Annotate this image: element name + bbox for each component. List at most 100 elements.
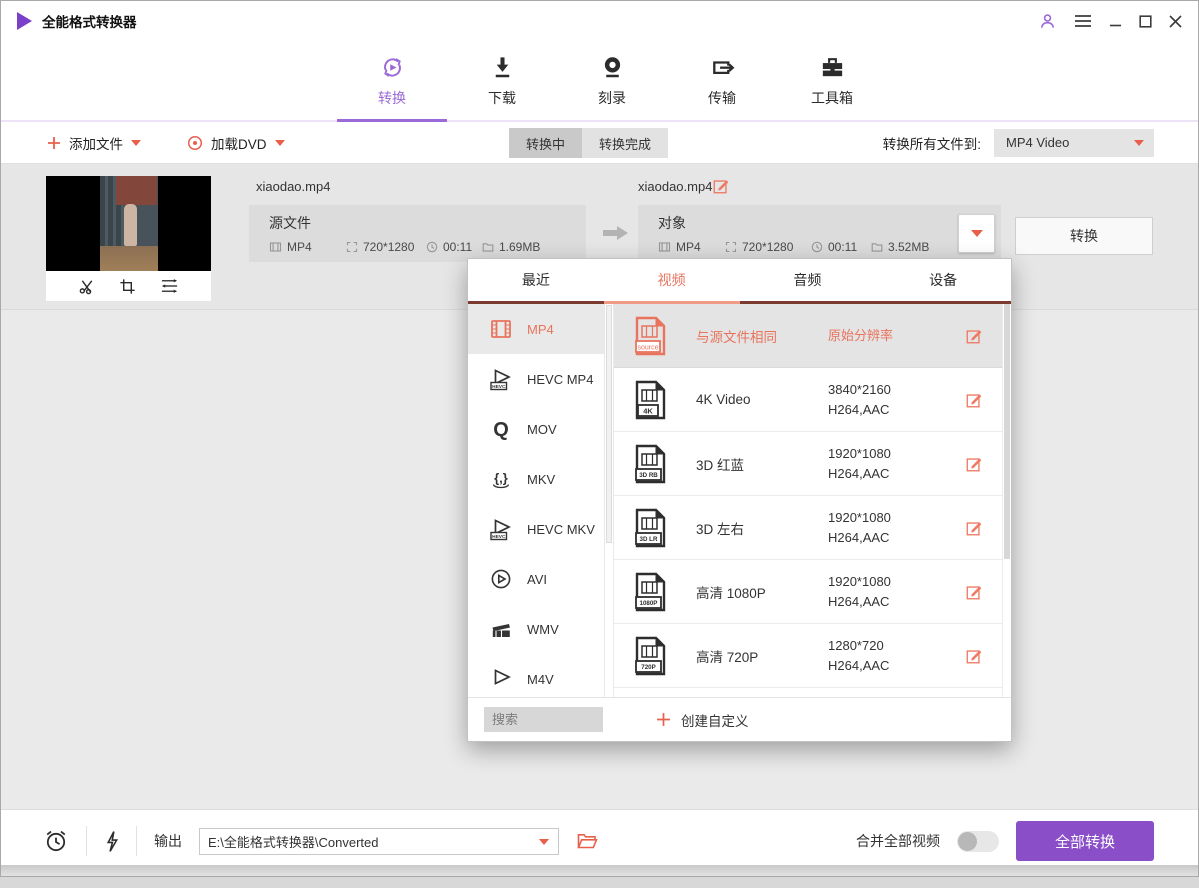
account-icon[interactable] [1038,12,1057,31]
preset-spec: 1920*1080 H264,AAC [828,444,958,484]
crop-icon[interactable] [119,278,136,295]
edit-preset-icon[interactable] [965,327,983,345]
popup-tab-audio[interactable]: 音频 [740,259,876,301]
svg-text:4K: 4K [643,406,653,415]
flow-arrow-icon [603,226,629,240]
format-item-mp4[interactable]: MP4 [468,304,613,354]
preset-item-3d-rb[interactable]: 3D RB 3D 红蓝 1920*1080 H264,AAC [614,432,1011,496]
format-item-wmv[interactable]: WMV [468,604,613,654]
svg-text:HEVC: HEVC [492,384,506,390]
format-item-m4v[interactable]: M4V [468,654,613,697]
nav-tab-convert[interactable]: 转换 [337,41,447,120]
preset-spec: 1920*1080 H264,AAC [828,508,958,548]
convert-all-button[interactable]: 全部转换 [1016,821,1154,861]
preset-name: 3D 红蓝 [696,454,828,474]
target-format-dropdown-button[interactable] [958,214,995,253]
svg-text:source: source [637,344,658,351]
svg-text:3D LR: 3D LR [640,536,658,543]
toolbar: 添加文件 加载DVD 转换中 转换完成 转换所有文件到: MP4 Video [1,122,1198,164]
output-path-input[interactable] [199,828,559,855]
add-file-label: 添加文件 [69,133,123,153]
convert-button[interactable]: 转换 [1015,217,1153,255]
source-preset-icon: source [633,316,667,356]
output-label: 输出 [154,831,182,851]
chevron-down-icon [275,140,285,146]
nav-tab-transfer[interactable]: 传输 [667,41,777,120]
target-filename: xiaodao.mp4 [638,179,712,194]
preset-item-same-as-source[interactable]: source 与源文件相同 原始分辨率 [614,304,1011,368]
target-panel: 对象 MP4 720*1280 00:11 3.52MB [638,205,1001,262]
nav-tab-burn[interactable]: 刻录 [557,41,667,120]
popup-tab-device[interactable]: 设备 [875,259,1011,301]
window-edge [1,865,1198,876]
queue-filter-tabs: 转换中 转换完成 [509,128,668,158]
edit-preset-icon[interactable] [965,647,983,665]
merge-toggle[interactable] [957,831,999,852]
stat-size: 3.52MB [871,240,929,254]
popup-left-scrollbar[interactable] [604,304,613,697]
preset-spec: 3840*2160 H264,AAC [828,380,958,420]
nav-tab-download[interactable]: 下载 [447,41,557,120]
rename-icon[interactable] [712,177,730,195]
plus-icon [47,136,61,150]
edit-preset-icon[interactable] [965,455,983,473]
stat-size: 1.69MB [482,240,540,254]
popup-tab-video[interactable]: 视频 [604,259,740,301]
add-file-button[interactable]: 添加文件 [47,122,141,163]
preset-item-hd-720p[interactable]: 720P 高清 720P 1280*720 H264,AAC [614,624,1011,688]
preset-item-3d-lr[interactable]: 3D LR 3D 左右 1920*1080 H264,AAC [614,496,1011,560]
format-item-mov[interactable]: Q MOV [468,404,613,454]
edit-preset-icon[interactable] [965,391,983,409]
svg-text:3D RB: 3D RB [639,472,658,479]
edit-preset-icon[interactable] [965,583,983,601]
burn-icon [599,54,626,81]
preset-item-hd-1080p[interactable]: 1080P 高清 1080P 1920*1080 H264,AAC [614,560,1011,624]
tab-converted[interactable]: 转换完成 [582,128,668,158]
output-format-value: MP4 Video [1006,135,1069,150]
search-input[interactable] [484,707,603,732]
desktop: 全能格式转换器 转换 下载 刻录 传输 [0,0,1199,888]
hardware-accel-icon[interactable] [104,830,119,853]
popup-tab-recent[interactable]: 最近 [468,259,604,301]
nav-tab-label: 传输 [708,88,736,108]
folder-icon [482,241,494,253]
load-dvd-button[interactable]: 加载DVD [187,122,285,163]
preset-resolution: 3840*2160 [828,380,958,400]
menu-icon[interactable] [1074,14,1092,28]
effects-icon[interactable] [160,278,179,294]
popup-right-scrollbar[interactable] [1002,304,1011,697]
edit-preset-icon[interactable] [965,519,983,537]
tab-converting[interactable]: 转换中 [509,128,582,158]
svg-text:{,}: {,} [494,471,508,486]
preset-file-icon: 720P [633,636,667,676]
output-path-select[interactable] [199,828,559,855]
open-folder-icon[interactable] [576,832,598,850]
preset-file-icon: 4K [633,380,667,420]
chevron-down-icon [1134,140,1144,146]
nav-tab-toolbox[interactable]: 工具箱 [777,41,887,120]
create-custom-button[interactable]: 创建自定义 [656,710,749,730]
schedule-icon[interactable] [43,828,69,854]
format-item-hevc-mkv[interactable]: HEVC HEVC MKV [468,504,613,554]
toolbox-icon [819,54,846,81]
close-button[interactable] [1169,15,1182,28]
chevron-down-icon [539,839,549,845]
preset-item-4k[interactable]: 4K 4K Video 3840*2160 H264,AAC [614,368,1011,432]
output-format-select[interactable]: MP4 Video [994,129,1154,157]
format-item-avi[interactable]: AVI [468,554,613,604]
file-thumbnail [46,176,211,301]
transfer-icon [709,54,736,81]
divider [136,826,137,856]
format-item-hevc-mp4[interactable]: HEVC HEVC MP4 [468,354,613,404]
thumbnail-preview [46,176,211,271]
preset-resolution: 1920*1080 [828,508,958,528]
mov-icon: Q [489,417,513,441]
minimize-button[interactable] [1109,15,1122,28]
convert-icon [379,54,406,81]
convert-to-label: 转换所有文件到: [883,133,981,153]
maximize-button[interactable] [1139,15,1152,28]
source-filename: xiaodao.mp4 [256,179,330,194]
trim-icon[interactable] [78,278,95,295]
format-item-mkv[interactable]: {,} MKV [468,454,613,504]
source-panel-title: 源文件 [269,213,586,233]
